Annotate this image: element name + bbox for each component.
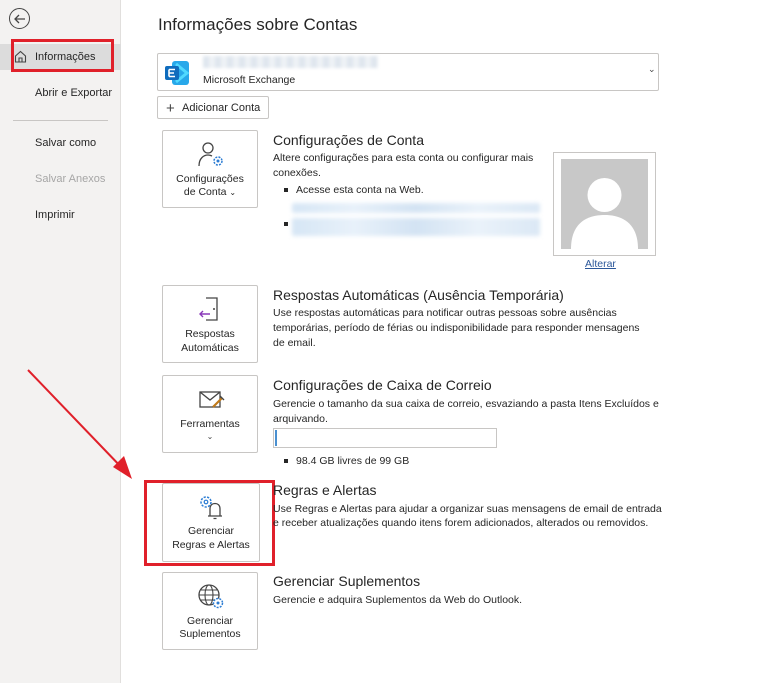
highlight-box-rules-alerts (144, 480, 275, 566)
nav-abrir-exportar-label: Abrir e Exportar (35, 87, 113, 99)
redacted-url-line-1 (292, 203, 540, 213)
automatic-replies-label-2: Automáticas (181, 342, 239, 354)
mailbox-tools-icon (199, 391, 225, 408)
exchange-icon (165, 61, 190, 85)
nav-salvar-como-label: Salvar como (35, 137, 97, 149)
account-settings-desc-1: Altere configurações para esta conta ou … (273, 152, 534, 164)
back-arrow-icon (13, 14, 25, 23)
nav-imprimir[interactable]: Imprimir (0, 202, 121, 228)
automatic-replies-label-1: Respostas (185, 328, 235, 340)
automatic-replies-desc-3: de email. (273, 337, 316, 349)
page-title: Informações sobre Contas (158, 15, 358, 34)
mailbox-storage-bar (273, 428, 497, 448)
manage-addins-label-2: Suplementos (179, 628, 241, 640)
account-settings-desc-2: conexões. (273, 167, 321, 179)
backstage-sidebar: Informações Abrir e Exportar Salvar como… (0, 0, 121, 683)
mailbox-settings-desc-1: Gerencie o tamanho da sua caixa de corre… (273, 398, 659, 410)
sidebar-divider (13, 120, 108, 121)
mailbox-storage-fill (275, 430, 277, 446)
automatic-replies-title: Respostas Automáticas (Ausência Temporár… (273, 287, 564, 303)
manage-addins-button[interactable]: Gerenciar Suplementos (162, 572, 258, 650)
mailbox-settings-desc-2: arquivando. (273, 413, 328, 425)
mailbox-tools-label: Ferramentas (180, 418, 240, 430)
rules-alerts-title: Regras e Alertas (273, 482, 377, 498)
account-settings-label-2: de Conta ⌄ (183, 186, 237, 198)
mailbox-tools-button[interactable]: Ferramentas ⌄ (162, 375, 258, 453)
rules-alerts-desc-2: e receber atualizações quando itens fore… (273, 517, 649, 529)
account-settings-button[interactable]: Configurações de Conta ⌄ (162, 130, 258, 208)
add-account-button[interactable]: + Adicionar Conta (157, 96, 269, 119)
nav-salvar-anexos: Salvar Anexos (0, 166, 121, 192)
account-type-label: Microsoft Exchange (203, 74, 296, 86)
redacted-url-line-2 (292, 218, 540, 236)
globe-gear-icon (198, 584, 224, 609)
rules-alerts-desc-1: Use Regras e Alertas para ajudar a organ… (273, 503, 662, 515)
nav-salvar-anexos-label: Salvar Anexos (35, 173, 106, 185)
back-button[interactable] (9, 8, 30, 29)
web-access-link[interactable]: Acesse esta conta na Web. (284, 184, 424, 196)
automatic-replies-desc-2: temporárias, período de férias ou indisp… (273, 322, 640, 334)
automatic-replies-desc-1: Use respostas automáticas para notificar… (273, 307, 617, 319)
storage-free-text: 98.4 GB livres de 99 GB (283, 455, 410, 467)
nav-abrir-exportar[interactable]: Abrir e Exportar (0, 80, 121, 106)
highlight-box-informacoes (11, 39, 114, 72)
door-arrow-icon (199, 297, 218, 321)
chevron-down-icon[interactable]: ⌄ (648, 64, 656, 75)
nav-imprimir-label: Imprimir (35, 209, 75, 221)
manage-addins-title: Gerenciar Suplementos (273, 573, 421, 589)
default-avatar-icon (561, 159, 648, 249)
manage-addins-desc-1: Gerencie e adquira Suplementos da Web do… (273, 594, 523, 606)
nav-salvar-como[interactable]: Salvar como (0, 130, 121, 156)
add-account-label: Adicionar Conta (182, 101, 261, 114)
chevron-down-icon: ⌄ (206, 432, 214, 441)
profile-photo-frame (553, 152, 656, 256)
account-email-redacted (203, 56, 378, 68)
plus-icon: + (166, 100, 175, 117)
automatic-replies-button[interactable]: Respostas Automáticas (162, 285, 258, 363)
account-settings-title: Configurações de Conta (273, 132, 424, 148)
manage-addins-label-1: Gerenciar (186, 615, 234, 627)
user-gear-icon (198, 142, 223, 167)
mailbox-settings-title: Configurações de Caixa de Correio (273, 377, 492, 393)
account-settings-label-1: Configurações (176, 173, 244, 185)
change-photo-link[interactable]: Alterar (585, 258, 616, 270)
